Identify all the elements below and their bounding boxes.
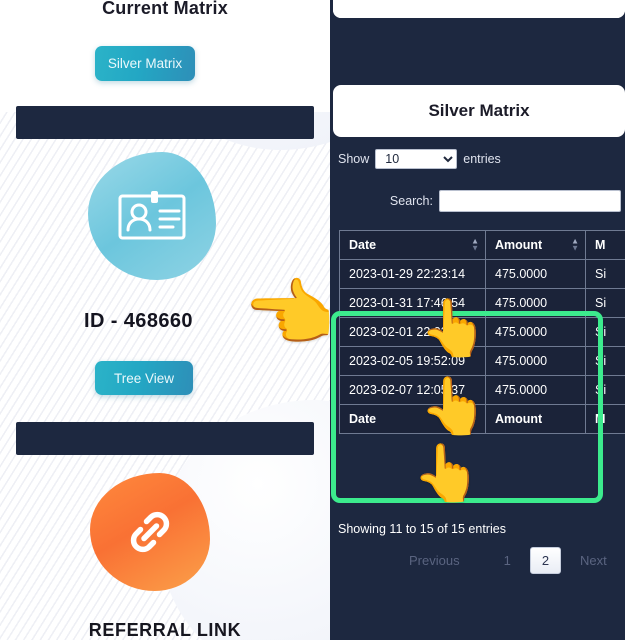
search-input[interactable]: [439, 190, 621, 212]
datatable-length-control: Show 10 entries: [338, 149, 501, 169]
id-card-icon: [88, 152, 216, 280]
pagination-next[interactable]: Next: [571, 548, 616, 573]
top-edge-whitespace: [333, 0, 625, 18]
cell-date: 2023-01-29 22:23:14: [339, 259, 486, 289]
table-header-row: Date ▲ ▼ Amount ▲ ▼ M: [339, 230, 625, 260]
search-label: Search:: [389, 194, 433, 208]
column-header-date-label: Date: [349, 238, 377, 252]
pagination: Previous 1 2 Next: [400, 547, 616, 574]
pointing-up-hand-emoji-2: 👆: [419, 374, 489, 437]
pagination-page-1[interactable]: 1: [493, 548, 522, 573]
section-divider-bar-1: [16, 106, 314, 139]
sort-icon-date[interactable]: ▲ ▼: [471, 237, 479, 253]
silver-matrix-card: Silver Matrix: [333, 85, 625, 137]
silver-matrix-button[interactable]: Silver Matrix: [95, 46, 195, 81]
datatable-info: Showing 11 to 15 of 15 entries: [338, 522, 506, 536]
current-matrix-title: Current Matrix: [102, 0, 228, 18]
cell-amount: 475.0000: [485, 317, 586, 347]
cell-amount: 475.0000: [485, 259, 586, 289]
footer-amount: Amount: [485, 404, 586, 434]
pagination-previous[interactable]: Previous: [400, 548, 469, 573]
pointing-up-hand-emoji-1: 👆: [419, 296, 489, 359]
cell-amount: 475.0000: [485, 375, 586, 405]
cell-matrix: Si: [585, 317, 625, 347]
column-header-amount[interactable]: Amount ▲ ▼: [485, 230, 586, 260]
cell-amount: 475.0000: [485, 346, 586, 376]
silver-matrix-card-title: Silver Matrix: [428, 101, 530, 120]
cell-matrix: Si: [585, 259, 625, 289]
column-header-amount-label: Amount: [495, 238, 543, 252]
table-row: 2023-01-29 22:23:14 475.0000 Si: [339, 259, 625, 289]
tree-view-button[interactable]: Tree View: [95, 361, 193, 395]
link-icon: [90, 473, 210, 591]
cell-matrix: Si: [585, 375, 625, 405]
pointing-left-hand-emoji: 👈: [243, 272, 336, 355]
referral-link-title: REFERRAL LINK: [88, 620, 242, 640]
cell-matrix: Si: [585, 346, 625, 376]
sort-icon-amount[interactable]: ▲ ▼: [571, 237, 579, 253]
pagination-page-2[interactable]: 2: [529, 547, 562, 574]
entries-label: entries: [463, 152, 501, 166]
user-id-label: ID - 468660: [84, 310, 193, 332]
section-divider-bar-2: [16, 422, 314, 455]
cell-matrix: Si: [585, 288, 625, 318]
column-header-matrix-label: M: [595, 238, 606, 252]
pointing-up-hand-emoji-3: 👆: [412, 441, 482, 504]
app-root: Current Matrix Silver Matrix ID - 468660…: [0, 0, 640, 640]
right-edge-whitespace: [625, 0, 640, 640]
column-header-matrix[interactable]: M: [585, 230, 625, 260]
footer-matrix: M: [585, 404, 625, 434]
column-header-date[interactable]: Date ▲ ▼: [339, 230, 486, 260]
entries-per-page-select[interactable]: 10: [375, 149, 458, 169]
show-label: Show: [338, 152, 370, 166]
datatable-search-control: Search:: [338, 190, 621, 212]
cell-amount: 475.0000: [485, 288, 586, 318]
